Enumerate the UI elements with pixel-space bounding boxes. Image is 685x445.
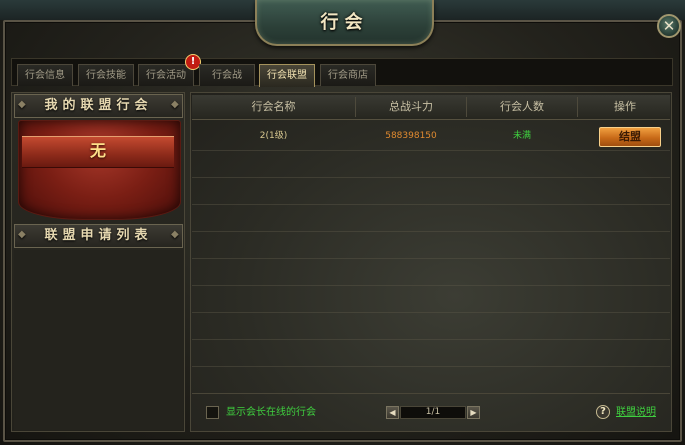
online-leader-checkbox[interactable] [206,406,219,419]
apply-list-header: ◆ 联盟申请列表 ◆ [14,224,183,248]
window-title: 行会 [320,12,369,33]
title-plate: 行会 [255,0,434,46]
close-icon[interactable]: ✕ [657,14,681,38]
ornament-icon: ◆ [171,99,184,110]
row-divider [192,366,670,367]
tab-guild-shop[interactable]: 行会商店 [320,64,376,86]
guild-window: 行会 ✕ 行会信息 行会技能 行会活动 ! 行会战 行会联盟 行会商店 ◆ 我的… [0,0,685,445]
footer-divider [192,393,670,394]
alliance-help-link[interactable]: 联盟说明 [616,405,656,420]
help-icon[interactable]: ? [596,405,610,419]
row-member-count: 未满 [512,131,531,141]
header-member-count: 行会人数 [500,100,544,113]
tab-guild-skills[interactable]: 行会技能 [78,64,134,86]
row-divider [192,258,670,259]
tab-guild-alliance[interactable]: 行会联盟 [259,64,315,87]
prev-arrow-icon[interactable]: ◀ [386,406,399,419]
row-divider [192,312,670,313]
my-alliance-title: 我的联盟行会 [44,98,153,113]
next-arrow-icon[interactable]: ▶ [467,406,480,419]
tab-guild-info[interactable]: 行会信息 [17,64,73,86]
row-divider [192,177,670,178]
header-total-power: 总战斗力 [389,100,433,113]
ornament-icon: ◆ [171,229,184,240]
row-divider [192,339,670,340]
apply-list-title: 联盟申请列表 [44,228,153,243]
alliance-banner [18,120,181,220]
tab-guild-activities[interactable]: 行会活动 [138,64,194,86]
row-divider [192,150,670,151]
ally-button[interactable]: 结盟 [599,127,661,147]
row-divider [192,285,670,286]
tab-guild-war[interactable]: 行会战 [199,64,255,86]
apply-list[interactable] [14,250,183,430]
row-guild-name: 2(1级) [259,131,288,141]
my-alliance-value: 无 [89,141,106,160]
my-alliance-header: ◆ 我的联盟行会 ◆ [14,94,183,118]
header-action: 操作 [614,100,636,113]
header-guild-name: 行会名称 [251,100,296,113]
row-divider [192,231,670,232]
row-total-power: 588398150 [385,131,437,141]
ornament-icon: ◆ [18,229,31,240]
page-indicator: 1/1 [400,406,466,419]
online-leader-label[interactable]: 显示会长在线的行会 [226,405,316,420]
ornament-icon: ◆ [18,99,31,110]
row-divider [192,204,670,205]
